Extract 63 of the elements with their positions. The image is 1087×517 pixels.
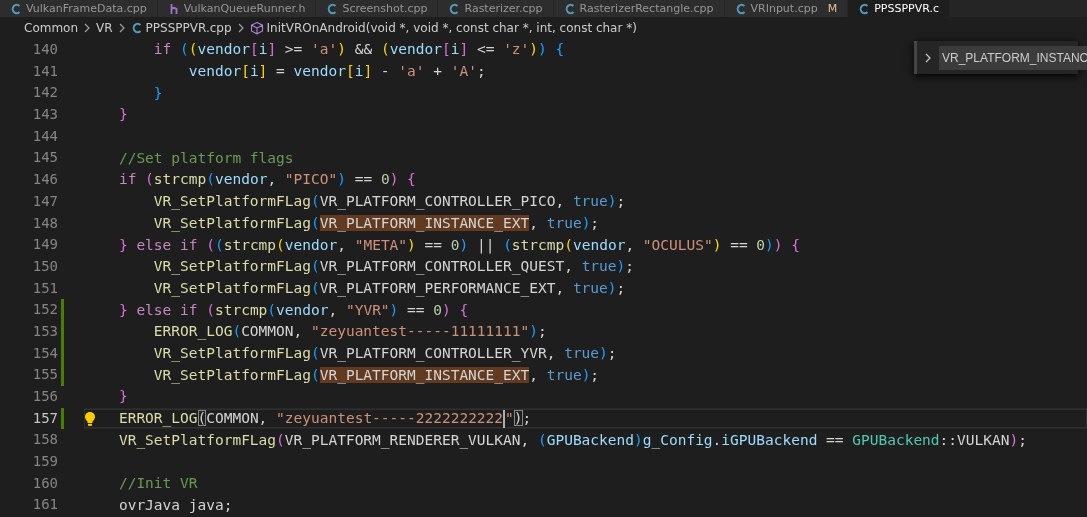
code-line: } else if (strcmp(vendor, "YVR") == 0) {	[117, 300, 469, 320]
code-line: if (strcmp(vendor, "PICO") == 0) {	[117, 170, 416, 190]
line-number: 153	[31, 321, 58, 341]
line-number: 154	[31, 343, 58, 363]
line-number: 146	[31, 170, 58, 190]
modified-label: M	[827, 1, 838, 16]
line-number: 144	[31, 126, 58, 146]
code-line: vendor[i] = vendor[i] - 'a' + 'A';	[187, 62, 486, 82]
line-number: 145	[31, 148, 58, 168]
line-number: 158	[31, 430, 58, 450]
editor-tab[interactable]: VulkanQueueRunner.h	[157, 0, 317, 17]
line-number: 160	[31, 473, 58, 493]
cpp-file-icon	[326, 2, 339, 15]
line-number: 143	[31, 105, 58, 125]
cpp-file-icon	[858, 2, 871, 15]
code-line: VR_SetPlatformFLag(VR_PLATFORM_CONTROLLER_PICO, true);	[152, 192, 626, 212]
code-line: VR_SetPlatformFLag(VR_PLATFORM_RENDERER_VULKAN, (GPUBackend)g_Config.iGPUBackend == GPUBackend::VULKAN);	[117, 430, 1027, 450]
code-line: VR_SetPlatformFLag(VR_PLATFORM_CONTROLLER_YVR, true);	[152, 343, 617, 363]
code-line: //Set platform flags	[117, 148, 294, 168]
breadcrumb-item[interactable]: PPSSPPVR.cpp	[145, 21, 232, 35]
code-line: }	[117, 387, 128, 407]
breadcrumb-item[interactable]: Common	[24, 21, 79, 35]
code-line: } else if ((strcmp(vendor, "META") == 0) || (strcmp(vendor, "OCULUS") == 0)) {	[117, 235, 800, 255]
line-number: 148	[31, 213, 58, 233]
editor-tab[interactable]: VRInput.cpp M	[724, 0, 849, 17]
search-field[interactable]: VR_PLATFORM_INSTANC	[939, 45, 1087, 70]
editor-tab[interactable]: VulkanFrameData.cpp	[0, 0, 158, 17]
line-number: 147	[31, 191, 58, 211]
code-line: ERROR_LOG(COMMON, "zeyuantest-----11111111");	[152, 322, 547, 342]
line-number: 152	[31, 300, 58, 320]
line-number: 157	[31, 408, 58, 428]
editor-tab[interactable]: Rasterizer.cpp	[438, 0, 554, 17]
line-number: 161	[31, 495, 58, 515]
line-number: 159	[31, 452, 58, 472]
code-line: VR_SetPlatformFLag(VR_PLATFORM_CONTROLLER_QUEST, true);	[152, 257, 634, 277]
cube-icon	[249, 21, 264, 35]
code-line: VR_SetPlatformFLag(VR_PLATFORM_PERFORMANCE_EXT, true);	[152, 278, 626, 298]
code-line: VR_SetPlatformFLag(VR_PLATFORM_INSTANCE_EXT, true);	[152, 365, 600, 385]
line-number: 140	[31, 40, 58, 59]
line-number: 151	[31, 278, 58, 298]
breadcrumb-item[interactable]: VR	[96, 21, 113, 35]
cpp-file-icon	[563, 2, 576, 15]
breadcrumb-item[interactable]: InitVROnAndroid(void *, void *, const char *, int, const char *)	[266, 21, 637, 35]
line-number: 155	[31, 365, 58, 385]
cpp-file-icon	[130, 22, 143, 34]
cpp-file-icon	[448, 2, 461, 15]
cpp-file-icon	[10, 2, 22, 15]
code-line: ovrJava java;	[117, 495, 233, 515]
code-line: }	[152, 83, 163, 103]
code-line: //Init VR	[117, 474, 198, 494]
editor-tab[interactable]: RasterizerRectangle.cpp	[553, 0, 725, 17]
code-line: }	[117, 105, 128, 125]
line-number: 156	[31, 387, 58, 406]
code-line: if ((vendor[i] >= 'a') && (vendor[i] <= 'z')) {	[152, 40, 565, 60]
cpp-file-icon	[734, 2, 747, 15]
editor-tab[interactable]: Screenshot.cpp	[316, 0, 439, 17]
code-line: VR_SetPlatformFLag(VR_PLATFORM_INSTANCE_EXT, true);	[152, 213, 600, 233]
line-number: 142	[31, 83, 58, 103]
line-number: 149	[31, 235, 58, 255]
line-number: 150	[31, 256, 58, 276]
line-number: 141	[31, 61, 58, 81]
editor-tab[interactable]: PPSSPPVR.c	[848, 0, 950, 17]
lightbulb-icon[interactable]	[84, 410, 96, 427]
